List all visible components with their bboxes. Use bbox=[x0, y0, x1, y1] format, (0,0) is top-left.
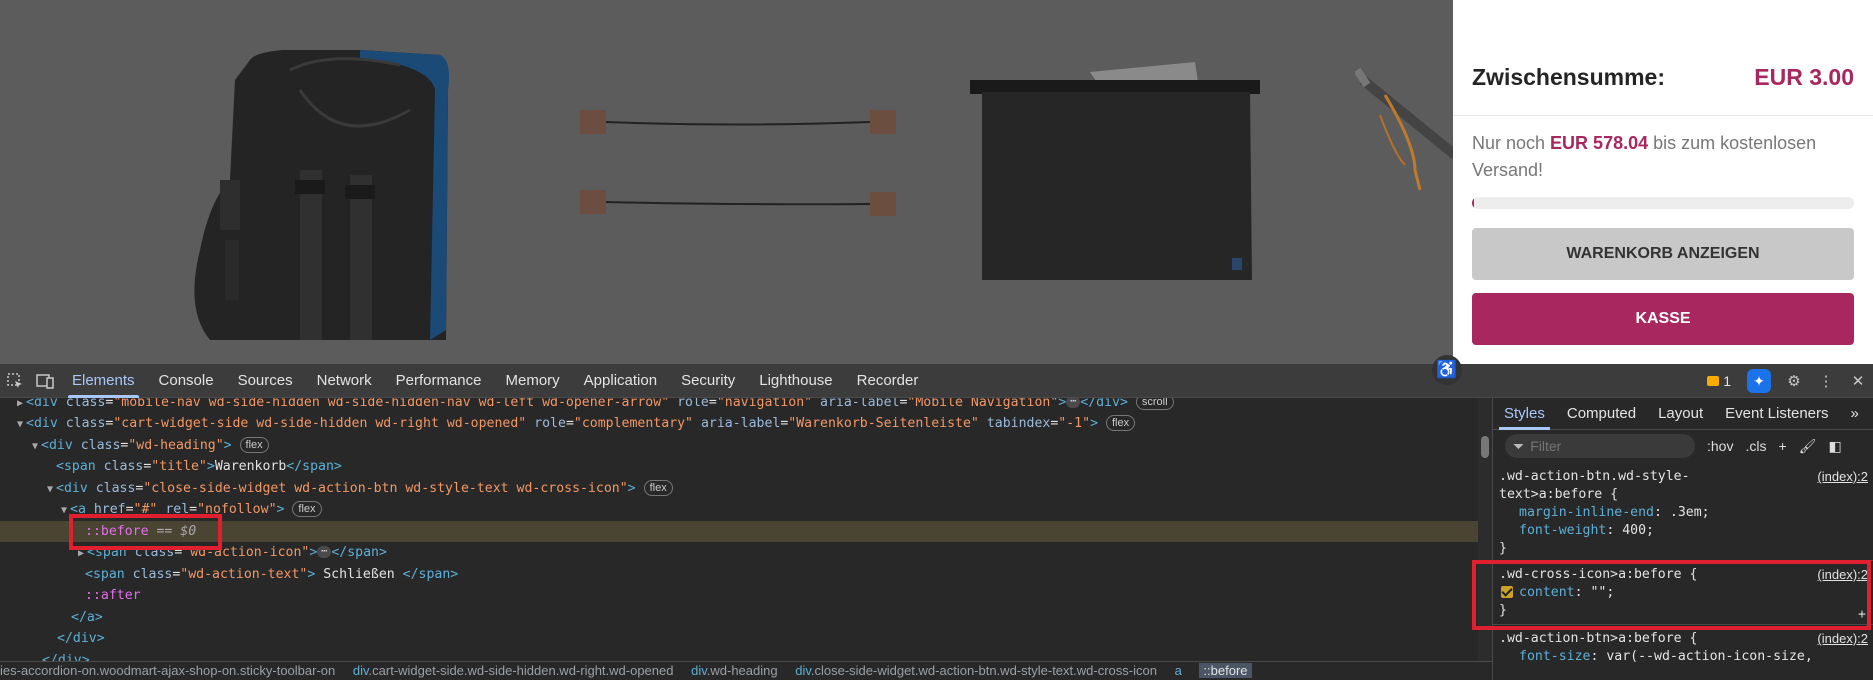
highlight-box-css-rule bbox=[1472, 560, 1871, 630]
free-shipping-progress-bar bbox=[1472, 197, 1854, 209]
source-link[interactable]: (index):2 bbox=[1817, 468, 1868, 486]
breadcrumb-item[interactable]: div.close-side-widget.wd-action-btn.wd-s… bbox=[795, 663, 1157, 678]
tab-elements[interactable]: Elements bbox=[60, 364, 147, 398]
hover-state-toggle[interactable]: :hov bbox=[1707, 438, 1733, 454]
tab-console[interactable]: Console bbox=[147, 364, 226, 398]
close-devtools-icon[interactable]: ✕ bbox=[1843, 364, 1873, 398]
dom-node-cart-widget[interactable]: ▼ <div class="cart-widget-side wd-side-hi… bbox=[0, 413, 1478, 435]
expand-arrow-icon[interactable]: ▼ bbox=[44, 479, 56, 501]
dom-node-title-span[interactable]: <span class="title">Warenkorb</span> bbox=[0, 456, 1478, 478]
styles-pane: Styles Computed Layout Event Listeners »… bbox=[1492, 398, 1873, 680]
shop-page: Zwischensumme: EUR 3.00 Nur noch EUR 578… bbox=[0, 0, 1873, 364]
styles-tabs: Styles Computed Layout Event Listeners » bbox=[1493, 398, 1873, 430]
dom-node-anchor-close[interactable]: </a> bbox=[0, 607, 1478, 629]
issues-icon bbox=[1707, 376, 1720, 386]
dom-node-mobile-nav[interactable]: ▶ <div class="mobile-nav wd-side-hidden w… bbox=[0, 398, 1478, 414]
tab-application[interactable]: Application bbox=[572, 364, 669, 398]
inspect-element-icon[interactable] bbox=[0, 364, 30, 398]
free-shipping-amount: EUR 578.04 bbox=[1550, 133, 1649, 153]
cart-divider bbox=[1453, 115, 1873, 116]
cart-sidebar: Zwischensumme: EUR 3.00 Nur noch EUR 578… bbox=[1453, 0, 1873, 364]
css-rule-action-btn-style-text[interactable]: .wd-action-btn.wd-style- text>a:before {… bbox=[1493, 468, 1873, 558]
tab-styles[interactable]: Styles bbox=[1493, 398, 1556, 430]
tab-event-listeners[interactable]: Event Listeners bbox=[1714, 398, 1839, 430]
free-shipping-prefix: Nur noch bbox=[1472, 133, 1551, 153]
free-shipping-notice: Nur noch EUR 578.04 bis zum kostenlosen … bbox=[1472, 130, 1822, 184]
devtools-toolbar: Elements Console Sources Network Perform… bbox=[0, 364, 1873, 398]
styles-filter-row: ⏷ :hov .cls + 🖌 ◧ bbox=[1493, 430, 1873, 462]
subtotal-row: Zwischensumme: EUR 3.00 bbox=[1472, 60, 1854, 94]
dom-node-div-close[interactable]: </div> bbox=[0, 650, 1478, 662]
css-rule-action-btn-before[interactable]: .wd-action-btn>a:before { font-size: var… bbox=[1493, 630, 1873, 666]
dom-node-close-side-widget[interactable]: ▼ <div class="close-side-widget wd-action… bbox=[0, 478, 1478, 500]
backpack-product-image[interactable] bbox=[190, 50, 535, 350]
tab-lighthouse[interactable]: Lighthouse bbox=[747, 364, 844, 398]
toggle-sidebar-icon[interactable]: ◧ bbox=[1828, 438, 1841, 455]
subtotal-amount: EUR 3.00 bbox=[1754, 63, 1854, 90]
tab-performance[interactable]: Performance bbox=[384, 364, 494, 398]
subtotal-label: Zwischensumme: bbox=[1472, 63, 1665, 90]
scroll-badge[interactable]: scroll bbox=[1135, 398, 1174, 410]
drybag-product-image[interactable] bbox=[970, 62, 1270, 287]
expand-arrow-icon[interactable]: ▼ bbox=[29, 436, 41, 458]
issues-badge[interactable]: 1 bbox=[1699, 373, 1739, 389]
tab-recorder[interactable]: Recorder bbox=[845, 364, 931, 398]
flex-badge[interactable]: flex bbox=[643, 479, 673, 496]
breadcrumb-item[interactable]: div.cart-widget-side.wd-side-hidden.wd-r… bbox=[353, 663, 674, 678]
dom-node-after-pseudo[interactable]: ::after bbox=[0, 585, 1478, 607]
product-grid-overlay[interactable] bbox=[0, 0, 1453, 364]
guyline-product-image[interactable] bbox=[575, 105, 905, 225]
source-link[interactable]: (index):2 bbox=[1817, 630, 1868, 648]
breadcrumb-item[interactable]: a bbox=[1175, 663, 1182, 678]
device-toolbar-icon[interactable] bbox=[30, 364, 60, 398]
dom-tree-scroll-thumb[interactable] bbox=[1481, 436, 1489, 458]
settings-gear-icon[interactable]: ⚙ bbox=[1779, 364, 1809, 398]
view-cart-button[interactable]: WARENKORB ANZEIGEN bbox=[1472, 228, 1854, 280]
poles-product-image[interactable] bbox=[1355, 65, 1453, 195]
dom-node-action-text-span[interactable]: <span class="wd-action-text"> Schließen … bbox=[0, 564, 1478, 586]
breadcrumb-item-active[interactable]: ::before bbox=[1199, 663, 1252, 678]
accessibility-icon[interactable]: ♿ bbox=[1432, 355, 1462, 385]
more-options-icon[interactable]: ⋮ bbox=[1811, 364, 1841, 398]
styles-filter-input[interactable] bbox=[1530, 438, 1681, 454]
devtools-panel: Elements Console Sources Network Perform… bbox=[0, 364, 1873, 680]
paint-brush-icon[interactable]: 🖌 bbox=[1799, 438, 1817, 455]
filter-icon: ⏷ bbox=[1513, 437, 1525, 454]
flex-badge[interactable]: flex bbox=[292, 501, 322, 517]
flex-badge[interactable]: flex bbox=[239, 436, 269, 453]
class-toggle[interactable]: .cls bbox=[1745, 438, 1766, 454]
more-tabs-chevron-icon[interactable]: » bbox=[1840, 398, 1870, 430]
checkout-button[interactable]: KASSE bbox=[1472, 293, 1854, 345]
dom-node-div-close[interactable]: </div> bbox=[0, 628, 1478, 650]
styles-filter-box[interactable]: ⏷ bbox=[1505, 434, 1695, 458]
devtools-toolbar-right: 1 ✦ ⚙ ⋮ ✕ bbox=[1699, 364, 1873, 398]
highlight-box-before-node bbox=[69, 514, 222, 550]
add-rule-plus-icon[interactable]: + bbox=[1778, 438, 1786, 454]
tab-network[interactable]: Network bbox=[305, 364, 384, 398]
tab-sources[interactable]: Sources bbox=[226, 364, 305, 398]
tab-security[interactable]: Security bbox=[669, 364, 747, 398]
collapsed-ellipsis[interactable]: ⋯ bbox=[317, 546, 332, 558]
collapsed-ellipsis[interactable]: ⋯ bbox=[1066, 398, 1081, 408]
ai-assistance-icon[interactable]: ✦ bbox=[1747, 369, 1771, 393]
free-shipping-progress-fill bbox=[1472, 197, 1474, 209]
breadcrumb-item[interactable]: ies-accordion-on.woodmart-ajax-shop-on.s… bbox=[0, 663, 335, 678]
expand-arrow-icon[interactable]: ▼ bbox=[14, 414, 26, 436]
tab-computed[interactable]: Computed bbox=[1556, 398, 1647, 430]
flex-badge[interactable]: flex bbox=[1105, 415, 1136, 431]
dom-breadcrumb: ies-accordion-on.woodmart-ajax-shop-on.s… bbox=[0, 661, 1492, 680]
tab-memory[interactable]: Memory bbox=[494, 364, 572, 398]
tab-layout[interactable]: Layout bbox=[1647, 398, 1714, 430]
issues-count: 1 bbox=[1723, 373, 1731, 389]
breadcrumb-item[interactable]: div.wd-heading bbox=[691, 663, 777, 678]
dom-node-wd-heading[interactable]: ▼ <div class="wd-heading"> flex bbox=[0, 435, 1478, 457]
